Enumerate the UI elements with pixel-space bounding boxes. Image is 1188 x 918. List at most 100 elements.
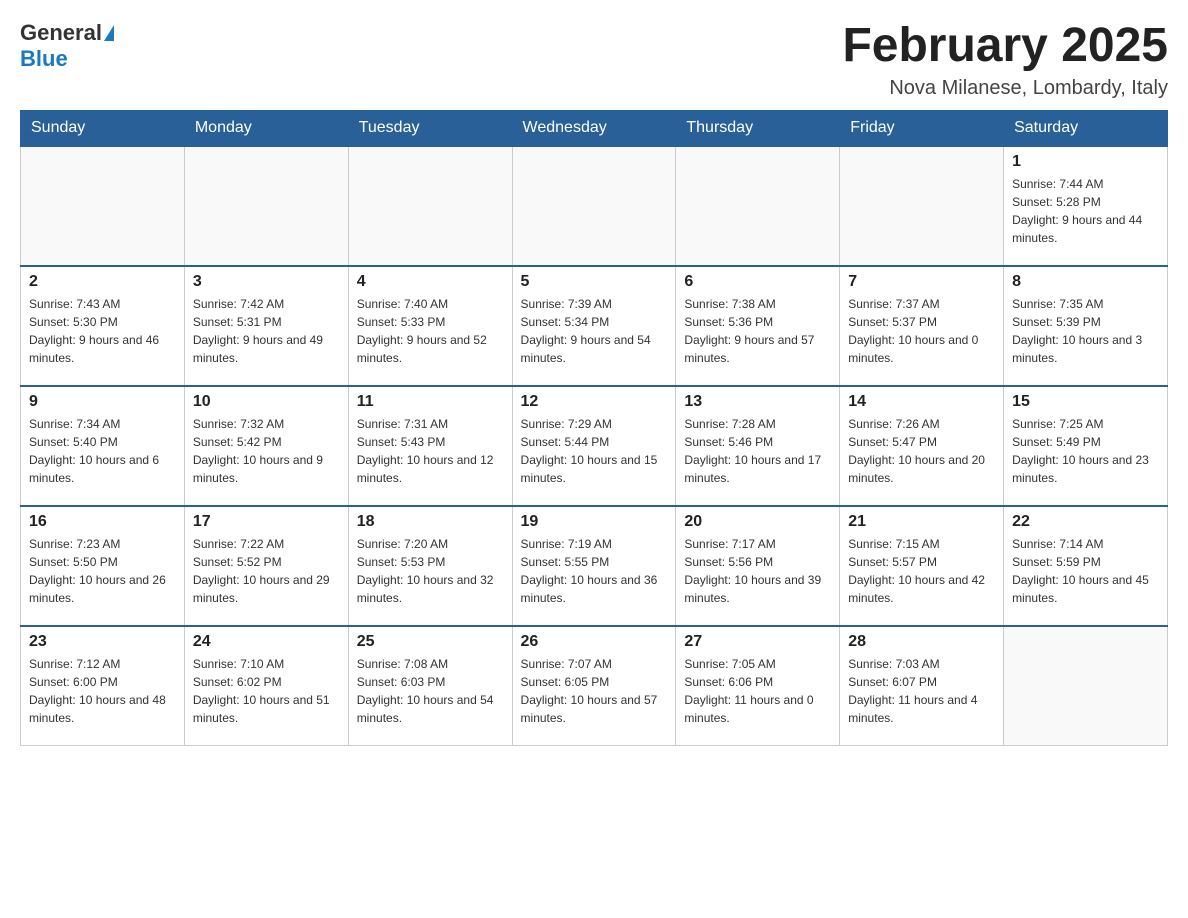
day-info: Sunrise: 7:03 AMSunset: 6:07 PMDaylight:… xyxy=(848,655,995,727)
day-info: Sunrise: 7:37 AMSunset: 5:37 PMDaylight:… xyxy=(848,295,995,367)
calendar-cell xyxy=(840,146,1004,266)
day-info: Sunrise: 7:25 AMSunset: 5:49 PMDaylight:… xyxy=(1012,415,1159,487)
day-number: 5 xyxy=(521,273,668,291)
header-friday: Friday xyxy=(840,110,1004,146)
day-number: 4 xyxy=(357,273,504,291)
day-info: Sunrise: 7:39 AMSunset: 5:34 PMDaylight:… xyxy=(521,295,668,367)
day-info: Sunrise: 7:38 AMSunset: 5:36 PMDaylight:… xyxy=(684,295,831,367)
calendar-week-row: 1 Sunrise: 7:44 AMSunset: 5:28 PMDaylight… xyxy=(21,146,1168,266)
day-number: 1 xyxy=(1012,153,1159,171)
calendar-cell: 12Sunrise: 7:29 AMSunset: 5:44 PMDayligh… xyxy=(512,386,676,506)
calendar-cell: 28 Sunrise: 7:03 AMSunset: 6:07 PMDayligh… xyxy=(840,626,1004,746)
day-number: 21 xyxy=(848,513,995,531)
day-number: 17 xyxy=(193,513,340,531)
day-info: Sunrise: 7:05 AMSunset: 6:06 PMDaylight:… xyxy=(684,655,831,727)
day-info: Sunrise: 7:35 AMSunset: 5:39 PMDaylight:… xyxy=(1012,295,1159,367)
day-info: Sunrise: 7:42 AMSunset: 5:31 PMDaylight:… xyxy=(193,295,340,367)
calendar-cell xyxy=(21,146,185,266)
day-number: 24 xyxy=(193,633,340,651)
day-number: 27 xyxy=(684,633,831,651)
day-info: Sunrise: 7:14 AMSunset: 5:59 PMDaylight:… xyxy=(1012,535,1159,607)
day-info: Sunrise: 7:34 AMSunset: 5:40 PMDaylight:… xyxy=(29,415,176,487)
day-number: 11 xyxy=(357,393,504,411)
calendar-cell: 24 Sunrise: 7:10 AMSunset: 6:02 PMDayligh… xyxy=(184,626,348,746)
day-number: 25 xyxy=(357,633,504,651)
calendar-title: February 2025 xyxy=(842,20,1168,73)
calendar-cell: 22 Sunrise: 7:14 AMSunset: 5:59 PMDayligh… xyxy=(1004,506,1168,626)
calendar-table: Sunday Monday Tuesday Wednesday Thursday… xyxy=(20,110,1168,747)
day-info: Sunrise: 7:20 AMSunset: 5:53 PMDaylight:… xyxy=(357,535,504,607)
day-number: 10 xyxy=(193,393,340,411)
calendar-cell xyxy=(184,146,348,266)
calendar-cell xyxy=(676,146,840,266)
title-section: February 2025 Nova Milanese, Lombardy, I… xyxy=(842,20,1168,100)
day-info: Sunrise: 7:17 AMSunset: 5:56 PMDaylight:… xyxy=(684,535,831,607)
calendar-cell: 8 Sunrise: 7:35 AMSunset: 5:39 PMDaylight… xyxy=(1004,266,1168,386)
calendar-week-row: 16 Sunrise: 7:23 AMSunset: 5:50 PMDayligh… xyxy=(21,506,1168,626)
calendar-cell: 17 Sunrise: 7:22 AMSunset: 5:52 PMDayligh… xyxy=(184,506,348,626)
day-info: Sunrise: 7:28 AMSunset: 5:46 PMDaylight:… xyxy=(684,415,831,487)
day-info: Sunrise: 7:19 AMSunset: 5:55 PMDaylight:… xyxy=(521,535,668,607)
calendar-cell: 26 Sunrise: 7:07 AMSunset: 6:05 PMDayligh… xyxy=(512,626,676,746)
day-number: 6 xyxy=(684,273,831,291)
day-info: Sunrise: 7:31 AMSunset: 5:43 PMDaylight:… xyxy=(357,415,504,487)
logo-blue-text: Blue xyxy=(20,46,68,72)
header-sunday: Sunday xyxy=(21,110,185,146)
day-number: 23 xyxy=(29,633,176,651)
calendar-week-row: 9 Sunrise: 7:34 AMSunset: 5:40 PMDaylight… xyxy=(21,386,1168,506)
day-number: 14 xyxy=(848,393,995,411)
day-number: 13 xyxy=(684,393,831,411)
day-number: 26 xyxy=(521,633,668,651)
calendar-subtitle: Nova Milanese, Lombardy, Italy xyxy=(842,77,1168,100)
day-number: 15 xyxy=(1012,393,1159,411)
header-tuesday: Tuesday xyxy=(348,110,512,146)
day-number: 7 xyxy=(848,273,995,291)
day-number: 16 xyxy=(29,513,176,531)
calendar-cell: 19Sunrise: 7:19 AMSunset: 5:55 PMDayligh… xyxy=(512,506,676,626)
calendar-cell: 25 Sunrise: 7:08 AMSunset: 6:03 PMDayligh… xyxy=(348,626,512,746)
day-number: 22 xyxy=(1012,513,1159,531)
calendar-cell: 14 Sunrise: 7:26 AMSunset: 5:47 PMDayligh… xyxy=(840,386,1004,506)
logo: General Blue xyxy=(20,20,114,72)
day-info: Sunrise: 7:08 AMSunset: 6:03 PMDaylight:… xyxy=(357,655,504,727)
calendar-week-row: 23 Sunrise: 7:12 AMSunset: 6:00 PMDayligh… xyxy=(21,626,1168,746)
calendar-cell xyxy=(1004,626,1168,746)
logo-triangle-icon xyxy=(104,25,114,41)
day-info: Sunrise: 7:22 AMSunset: 5:52 PMDaylight:… xyxy=(193,535,340,607)
calendar-cell: 2Sunrise: 7:43 AMSunset: 5:30 PMDaylight… xyxy=(21,266,185,386)
day-number: 9 xyxy=(29,393,176,411)
calendar-cell: 9 Sunrise: 7:34 AMSunset: 5:40 PMDaylight… xyxy=(21,386,185,506)
logo-general-text: General xyxy=(20,20,102,46)
calendar-cell: 13 Sunrise: 7:28 AMSunset: 5:46 PMDayligh… xyxy=(676,386,840,506)
calendar-cell xyxy=(348,146,512,266)
calendar-cell: 20 Sunrise: 7:17 AMSunset: 5:56 PMDayligh… xyxy=(676,506,840,626)
day-number: 20 xyxy=(684,513,831,531)
calendar-cell: 23 Sunrise: 7:12 AMSunset: 6:00 PMDayligh… xyxy=(21,626,185,746)
calendar-cell: 6 Sunrise: 7:38 AMSunset: 5:36 PMDaylight… xyxy=(676,266,840,386)
day-number: 28 xyxy=(848,633,995,651)
day-info: Sunrise: 7:15 AMSunset: 5:57 PMDaylight:… xyxy=(848,535,995,607)
calendar-cell: 18 Sunrise: 7:20 AMSunset: 5:53 PMDayligh… xyxy=(348,506,512,626)
header-monday: Monday xyxy=(184,110,348,146)
day-info: Sunrise: 7:40 AMSunset: 5:33 PMDaylight:… xyxy=(357,295,504,367)
day-number: 3 xyxy=(193,273,340,291)
header-wednesday: Wednesday xyxy=(512,110,676,146)
calendar-cell xyxy=(512,146,676,266)
calendar-cell: 1 Sunrise: 7:44 AMSunset: 5:28 PMDaylight… xyxy=(1004,146,1168,266)
calendar-cell: 4 Sunrise: 7:40 AMSunset: 5:33 PMDaylight… xyxy=(348,266,512,386)
day-number: 2 xyxy=(29,273,176,291)
calendar-cell: 3 Sunrise: 7:42 AMSunset: 5:31 PMDaylight… xyxy=(184,266,348,386)
day-number: 8 xyxy=(1012,273,1159,291)
day-info: Sunrise: 7:32 AMSunset: 5:42 PMDaylight:… xyxy=(193,415,340,487)
day-info: Sunrise: 7:23 AMSunset: 5:50 PMDaylight:… xyxy=(29,535,176,607)
day-info: Sunrise: 7:26 AMSunset: 5:47 PMDaylight:… xyxy=(848,415,995,487)
day-number: 18 xyxy=(357,513,504,531)
day-info: Sunrise: 7:44 AMSunset: 5:28 PMDaylight:… xyxy=(1012,175,1159,247)
page-header: General Blue February 2025 Nova Milanese… xyxy=(20,20,1168,100)
calendar-cell: 11 Sunrise: 7:31 AMSunset: 5:43 PMDayligh… xyxy=(348,386,512,506)
calendar-cell: 5 Sunrise: 7:39 AMSunset: 5:34 PMDaylight… xyxy=(512,266,676,386)
header-thursday: Thursday xyxy=(676,110,840,146)
day-info: Sunrise: 7:10 AMSunset: 6:02 PMDaylight:… xyxy=(193,655,340,727)
day-info: Sunrise: 7:07 AMSunset: 6:05 PMDaylight:… xyxy=(521,655,668,727)
day-info: Sunrise: 7:12 AMSunset: 6:00 PMDaylight:… xyxy=(29,655,176,727)
